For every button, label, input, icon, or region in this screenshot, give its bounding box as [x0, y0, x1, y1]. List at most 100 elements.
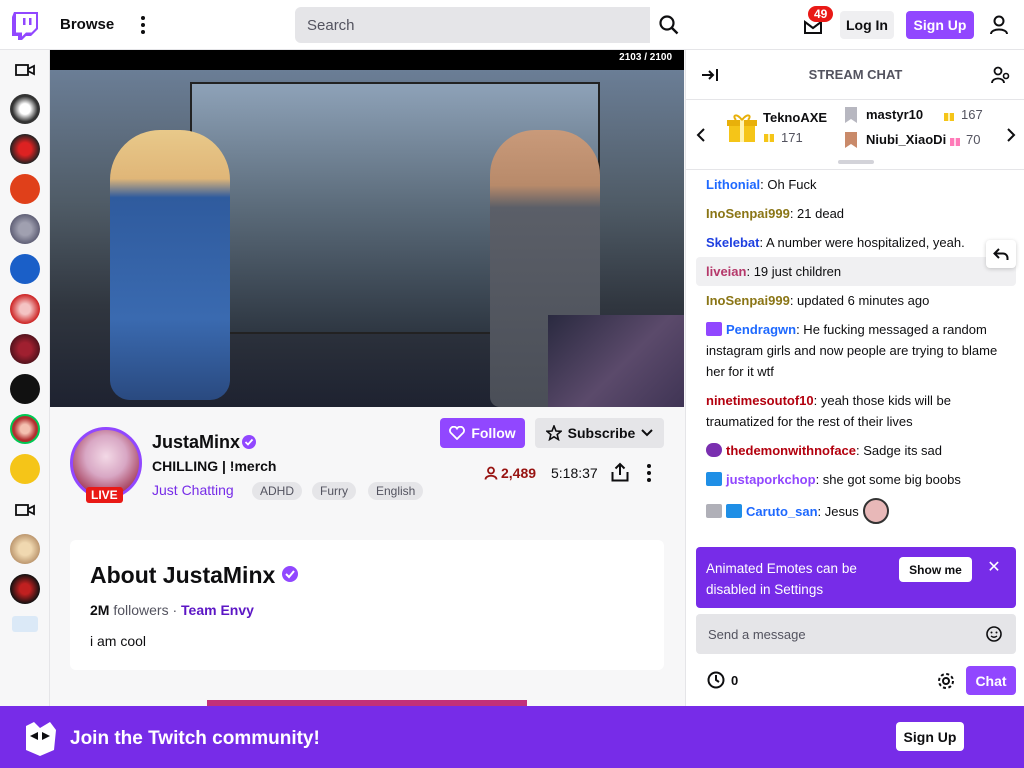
verified-badge-icon	[242, 435, 256, 449]
login-button[interactable]: Log In	[840, 11, 894, 39]
channel-avatar[interactable]	[10, 454, 40, 484]
gifter-name[interactable]: Niubi_XiaoDi	[866, 132, 946, 147]
chat-text: : she got some big boobs	[815, 472, 961, 487]
chat-username[interactable]: liveian	[706, 264, 746, 279]
chat-message[interactable]: InoSenpai999: 21 dead	[696, 199, 1016, 228]
channel-avatar[interactable]	[10, 94, 40, 124]
subscribe-label: Subscribe	[567, 425, 636, 441]
chat-username[interactable]: thedemonwithnoface	[726, 443, 856, 458]
tag-adhd[interactable]: ADHD	[252, 482, 303, 500]
follow-label: Follow	[471, 425, 516, 441]
followed-channels-sidebar	[0, 50, 50, 706]
chat-header: STREAM CHAT	[686, 50, 1024, 100]
chat-message[interactable]: liveian: 19 just children	[696, 257, 1016, 286]
chat-message[interactable]: Caruto_san: Jesus	[696, 494, 1016, 528]
channel-avatar[interactable]	[10, 254, 40, 284]
chat-username[interactable]: ninetimesoutof10	[706, 393, 814, 408]
search-input[interactable]: Search	[295, 7, 650, 43]
notification-badge: 49	[808, 6, 834, 22]
live-badge: LIVE	[86, 487, 123, 503]
tag-furry[interactable]: Furry	[312, 482, 356, 500]
channel-avatar[interactable]	[10, 134, 40, 164]
community-icon[interactable]	[991, 65, 1011, 85]
recommended-avatar[interactable]	[10, 574, 40, 604]
recommended-avatar[interactable]	[10, 534, 40, 564]
signup-button[interactable]: Sign Up	[906, 11, 974, 39]
emote-icon	[862, 498, 889, 524]
chat-message[interactable]: thedemonwithnoface: Sadge its sad	[696, 436, 1016, 465]
channel-name[interactable]: JustaMinx	[152, 432, 240, 453]
category-link[interactable]: Just Chatting	[152, 482, 234, 498]
chat-username[interactable]: Skelebat	[706, 235, 759, 250]
search-icon	[659, 15, 679, 35]
top-gifter-count: 171	[781, 130, 803, 145]
video-camera-icon[interactable]	[15, 502, 35, 518]
share-icon[interactable]	[611, 462, 629, 482]
channel-avatar[interactable]	[10, 414, 40, 444]
stream-title: CHILLING | !merch	[152, 458, 277, 474]
stream-chat-overlay	[54, 270, 154, 407]
browse-link[interactable]: Browse	[60, 16, 114, 33]
twitch-logo-icon[interactable]	[12, 12, 38, 40]
chat-username[interactable]: InoSenpai999	[706, 206, 790, 221]
chat-username[interactable]: Pendragwn	[726, 322, 796, 337]
chat-username[interactable]: Caruto_san	[746, 504, 818, 519]
chat-text: : Oh Fuck	[760, 177, 817, 192]
search-button[interactable]	[652, 7, 686, 43]
subscribe-button[interactable]: Subscribe	[535, 418, 664, 448]
prime-badge-icon	[706, 322, 722, 336]
video-player[interactable]: 2103 / 2100	[50, 50, 684, 407]
channel-more-icon[interactable]	[646, 464, 652, 482]
tag-english[interactable]: English	[368, 482, 424, 500]
chevron-left-icon[interactable]	[696, 128, 706, 142]
chat-message-input[interactable]: Send a message	[696, 614, 1016, 654]
signup-banner: Join the Twitch community! Sign Up	[0, 706, 1024, 768]
channel-avatar[interactable]	[10, 334, 40, 364]
channel-info: LIVE JustaMinx CHILLING | !merch Just Ch…	[50, 407, 684, 527]
chevron-down-icon	[641, 429, 654, 437]
chat-send-button[interactable]: Chat	[966, 666, 1016, 695]
star-icon	[545, 425, 562, 441]
gift-icon	[944, 113, 954, 121]
chat-message[interactable]: Lithonial: Oh Fuck	[696, 170, 1016, 199]
user-icon[interactable]	[988, 14, 1010, 36]
crown-badge-icon	[706, 472, 722, 486]
chat-username[interactable]: InoSenpai999	[706, 293, 790, 308]
close-icon[interactable]: ✕	[986, 560, 1002, 576]
channel-avatar[interactable]	[10, 174, 40, 204]
gear-icon[interactable]	[936, 671, 956, 691]
channel-avatar[interactable]	[10, 374, 40, 404]
gift-icon	[764, 134, 774, 142]
reply-button[interactable]	[986, 240, 1016, 268]
chat-message[interactable]: Pendragwn: He fucking messaged a random …	[696, 315, 1016, 386]
channel-avatar[interactable]	[10, 214, 40, 244]
channel-points-icon[interactable]	[707, 671, 725, 689]
follow-button[interactable]: Follow	[440, 418, 525, 448]
about-panel: About JustaMinx 2M followers · Team Envy…	[70, 540, 664, 670]
chat-message[interactable]: ninetimesoutof10: yeah those kids will b…	[696, 386, 1016, 436]
gifter-count: 70	[966, 132, 981, 147]
team-link[interactable]: Team Envy	[181, 602, 254, 618]
chat-username[interactable]: Lithonial	[706, 177, 760, 192]
gifter-name[interactable]: mastyr10	[866, 107, 923, 122]
chat-message[interactable]: Skelebat: A number were hospitalized, ye…	[696, 228, 1016, 257]
channel-avatar[interactable]	[10, 294, 40, 324]
chat-username[interactable]: justaporkchop	[726, 472, 816, 487]
show-me-button[interactable]: Show me	[899, 557, 972, 582]
chat-message[interactable]: justaporkchop: she got some big boobs	[696, 465, 1016, 494]
animated-emotes-notice: Animated Emotes can be disabled in Setti…	[696, 547, 1016, 608]
recommended-avatar[interactable]	[12, 616, 38, 632]
chat-message[interactable]: InoSenpai999: updated 6 minutes ago	[696, 286, 1016, 315]
streamer-webcam	[548, 315, 684, 407]
chat-text: : Jesus	[817, 504, 859, 519]
more-menu-icon[interactable]	[136, 14, 150, 36]
stream-uptime: 5:18:37	[551, 465, 598, 481]
top-gifter-name[interactable]: TeknoAXE	[763, 110, 827, 125]
banner-signup-button[interactable]: Sign Up	[896, 722, 964, 751]
crown-badge-icon	[726, 504, 742, 518]
channel-points-value: 0	[731, 673, 739, 688]
emoji-icon[interactable]	[986, 626, 1002, 642]
chat-text: : A number were hospitalized, yeah.	[759, 235, 965, 250]
chevron-right-icon[interactable]	[1006, 128, 1016, 142]
video-camera-icon[interactable]	[15, 62, 35, 78]
